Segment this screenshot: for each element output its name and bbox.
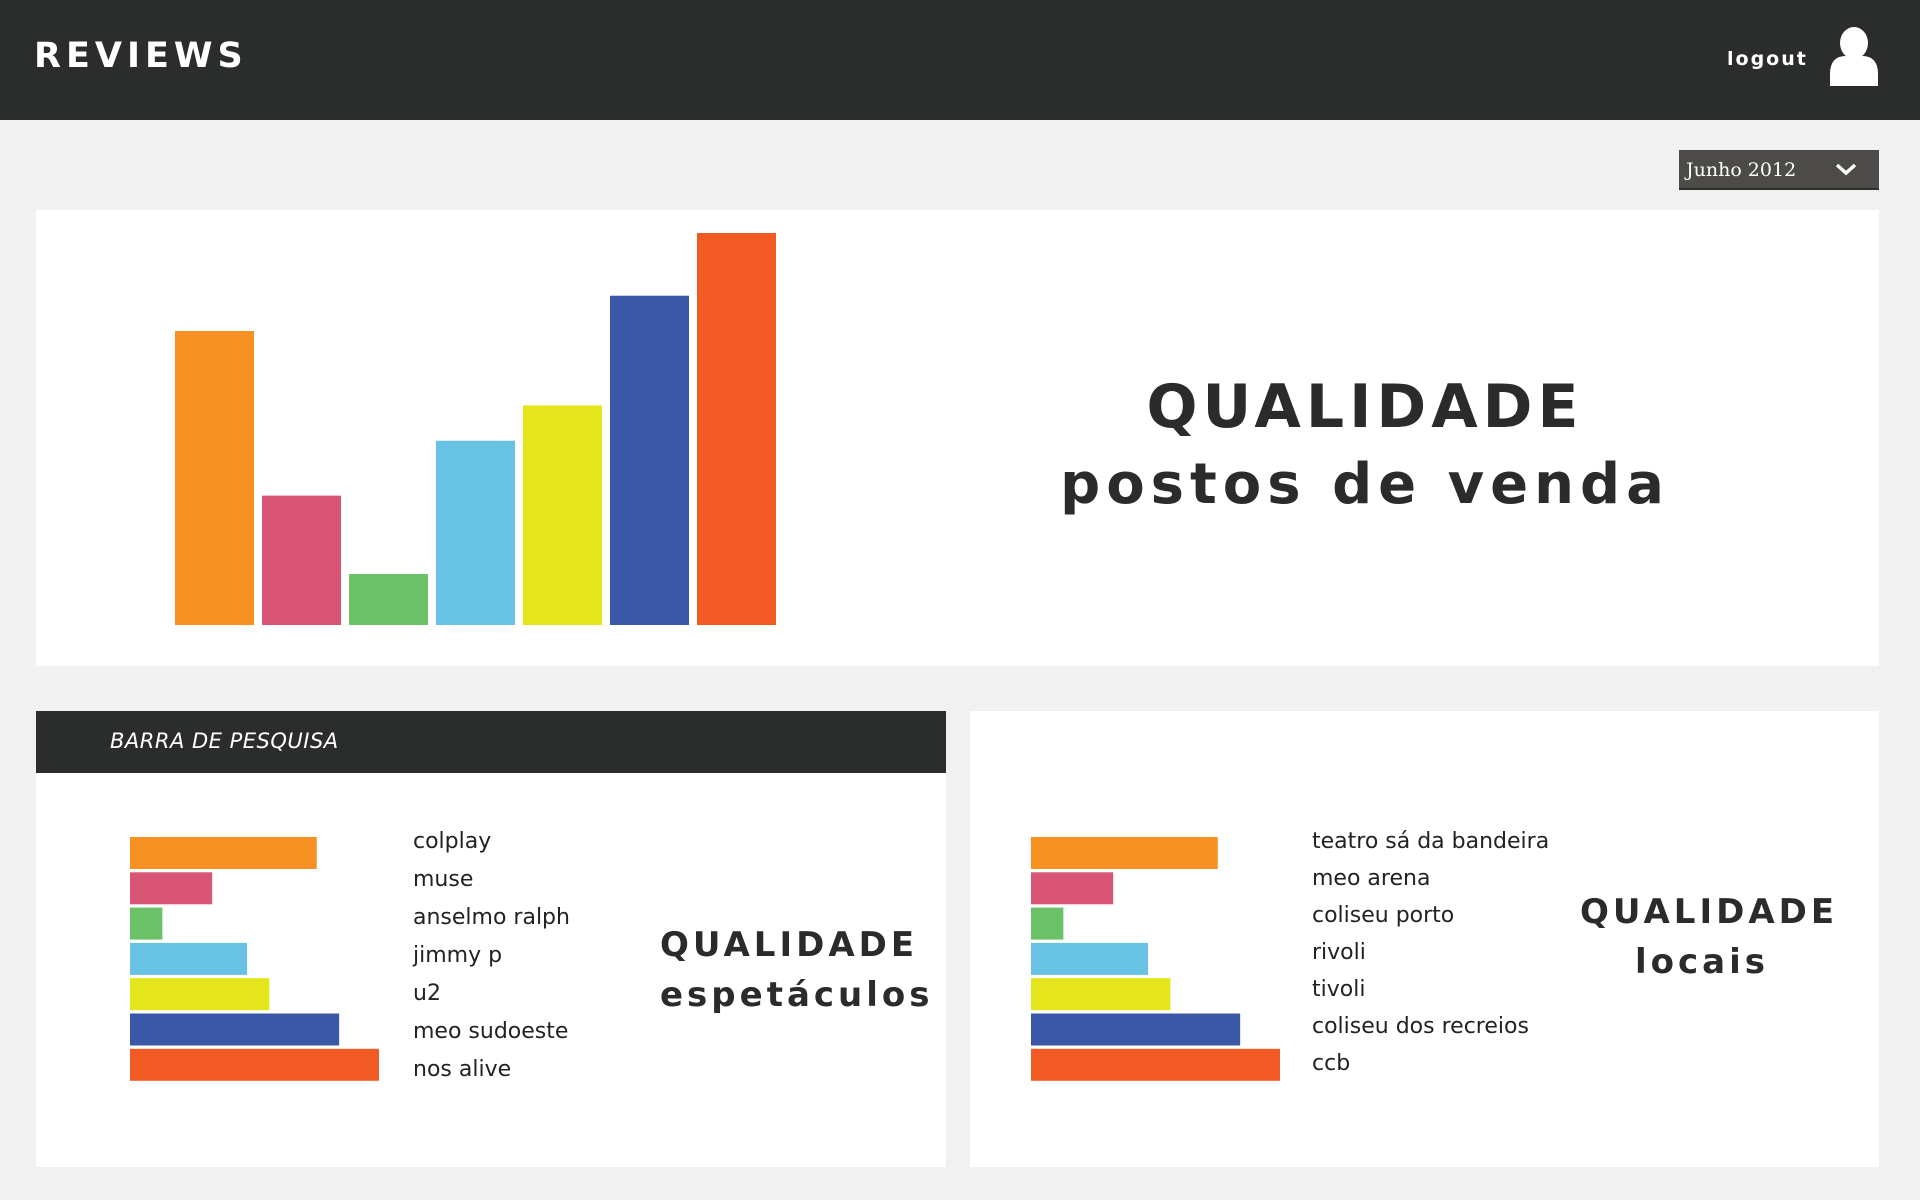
panel-subtitle: locais [1634, 942, 1769, 982]
bar [262, 495, 341, 625]
shows-bar-chart [130, 837, 379, 1081]
list-item[interactable]: coliseu porto [1312, 902, 1549, 939]
top-navigation-bar: REVIEWS logout [0, 0, 1920, 120]
bar [1031, 837, 1218, 869]
bar [523, 405, 602, 625]
list-item[interactable]: nos alive [413, 1056, 570, 1094]
venues-bar-chart [1031, 837, 1280, 1081]
bar [130, 1048, 379, 1081]
bar [130, 1013, 340, 1046]
user-icon[interactable] [1828, 26, 1880, 86]
panel-subtitle: postos de venda [1060, 452, 1670, 517]
bar [1031, 1048, 1280, 1081]
date-filter-select[interactable]: Junho 2012 [1679, 150, 1879, 190]
list-item[interactable]: meo sudoeste [413, 1018, 570, 1056]
bar [1031, 978, 1171, 1011]
panel-title: QUALIDADE [660, 925, 919, 965]
bar [610, 295, 689, 625]
date-filter-value: Junho 2012 [1686, 159, 1797, 181]
logout-link[interactable]: logout [1727, 48, 1808, 70]
chevron-down-icon [1835, 163, 1857, 176]
bar [1031, 942, 1149, 975]
bar [130, 942, 248, 975]
bar [1031, 872, 1114, 905]
venues-list: teatro sá da bandeira meo arena coliseu po… [1312, 828, 1549, 1087]
list-item[interactable]: jimmy p [413, 942, 570, 980]
search-bar[interactable]: BARRA DE PESQUISA [36, 711, 946, 773]
bar [436, 440, 515, 625]
bar [349, 574, 428, 625]
list-item[interactable]: colplay [413, 828, 570, 866]
bar [1031, 1013, 1241, 1046]
shows-list: colplay muse anselmo ralph jimmy p u2 meo sud… [413, 828, 570, 1094]
list-item[interactable]: meo arena [1312, 865, 1549, 902]
bar [697, 233, 776, 625]
sales-points-bar-chart [175, 233, 776, 625]
list-item[interactable]: u2 [413, 980, 570, 1018]
list-item[interactable]: muse [413, 866, 570, 904]
list-item[interactable]: tivoli [1312, 976, 1549, 1013]
list-item[interactable]: coliseu dos recreios [1312, 1013, 1549, 1050]
bar [130, 837, 317, 869]
list-item[interactable]: ccb [1312, 1050, 1549, 1087]
app-title: REVIEWS [34, 36, 248, 76]
list-item[interactable]: teatro sá da bandeira [1312, 828, 1549, 865]
bar [130, 872, 213, 905]
bar [130, 907, 163, 940]
bar [175, 331, 254, 625]
panel-title: QUALIDADE [1580, 892, 1839, 932]
list-item[interactable]: anselmo ralph [413, 904, 570, 942]
bar [1031, 907, 1064, 940]
bar [130, 978, 270, 1011]
panel-title: QUALIDADE [1146, 372, 1584, 442]
panel-subtitle: espetáculos [660, 975, 934, 1015]
list-item[interactable]: rivoli [1312, 939, 1549, 976]
search-label: BARRA DE PESQUISA [110, 729, 339, 753]
